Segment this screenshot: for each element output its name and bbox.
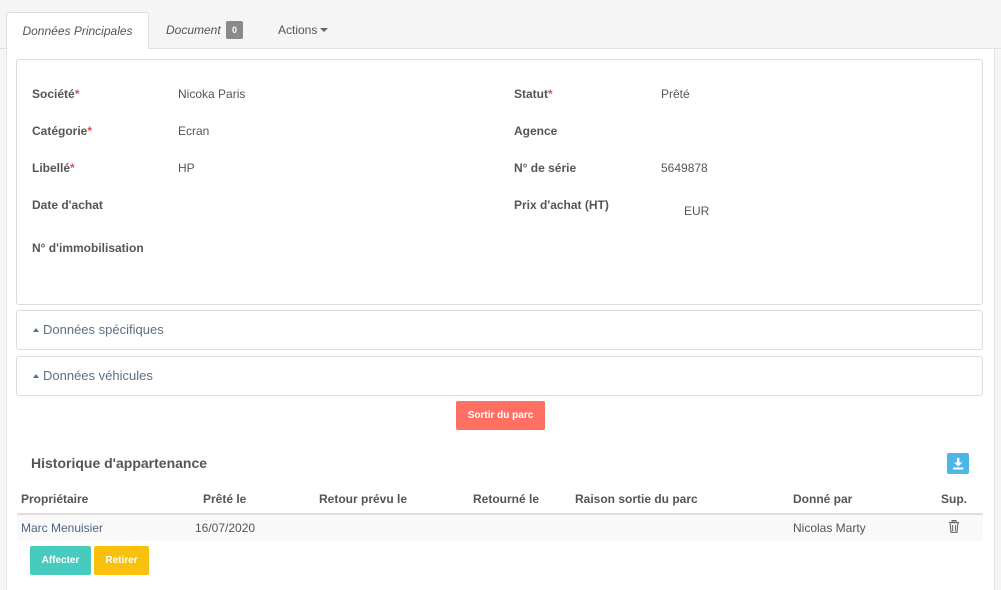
section-donnees-specifiques[interactable]: Données spécifiques — [16, 310, 983, 350]
col-raison: Raison sortie du parc — [575, 492, 698, 506]
col-donne-par: Donné par — [793, 492, 853, 506]
col-proprietaire: Propriétaire — [21, 492, 89, 506]
societe-label: Société* — [32, 87, 80, 101]
retirer-button[interactable]: Retirer — [94, 546, 149, 575]
serie-value: 5649878 — [661, 161, 708, 175]
download-button[interactable] — [947, 453, 969, 474]
serie-label: N° de série — [514, 161, 577, 175]
section-vehicules-label: Données véhicules — [43, 368, 153, 383]
col-retourne-le: Retourné le — [473, 492, 540, 506]
tab-document-label: Document — [166, 23, 221, 37]
date-achat-label: Date d'achat — [32, 198, 103, 212]
actions-label: Actions — [278, 23, 318, 37]
immobilisation-label: N° d'immobilisation — [32, 241, 144, 255]
chevron-down-icon — [320, 28, 329, 32]
download-icon — [953, 458, 964, 470]
section-donnees-vehicules[interactable]: Données véhicules — [16, 356, 983, 396]
libelle-label: Libellé* — [32, 161, 75, 175]
trash-icon — [949, 520, 959, 533]
history-title: Historique d'appartenance — [31, 455, 208, 471]
col-prete-le: Prêté le — [203, 492, 247, 506]
tab-document[interactable]: Document 0 — [166, 12, 244, 49]
chevron-up-icon — [33, 328, 39, 332]
section-specifiques-label: Données spécifiques — [43, 322, 164, 337]
categorie-value: Ecran — [178, 124, 210, 138]
libelle-value: HP — [178, 161, 195, 175]
statut-label: Statut* — [514, 87, 553, 101]
cell-prete-le: 16/07/2020 — [195, 521, 256, 535]
sortir-du-parc-button[interactable]: Sortir du parc — [456, 401, 545, 430]
main-info-panel — [16, 59, 983, 305]
prix-label: Prix d'achat (HT) — [514, 198, 609, 212]
societe-value: Nicoka Paris — [178, 87, 246, 101]
agence-label: Agence — [514, 124, 558, 138]
statut-value: Prêté — [661, 87, 690, 101]
col-retour-prevu: Retour prévu le — [319, 492, 408, 506]
tab-bar: Données Principales Document 0 Actions — [0, 0, 1001, 50]
cell-donne-par: Nicolas Marty — [793, 521, 866, 535]
document-count-badge: 0 — [226, 21, 244, 39]
affecter-button[interactable]: Affecter — [30, 546, 91, 575]
categorie-label: Catégorie* — [32, 124, 93, 138]
tab-donnees-principales[interactable]: Données Principales — [6, 12, 149, 50]
cell-proprietaire[interactable]: Marc Menuisier — [21, 521, 103, 535]
col-sup: Sup. — [941, 492, 967, 506]
delete-button[interactable] — [948, 520, 960, 536]
actions-dropdown[interactable]: Actions — [278, 12, 329, 49]
chevron-up-icon — [33, 374, 39, 378]
tab-donnees-principales-label: Données Principales — [22, 24, 133, 38]
prix-currency: EUR — [684, 204, 710, 218]
